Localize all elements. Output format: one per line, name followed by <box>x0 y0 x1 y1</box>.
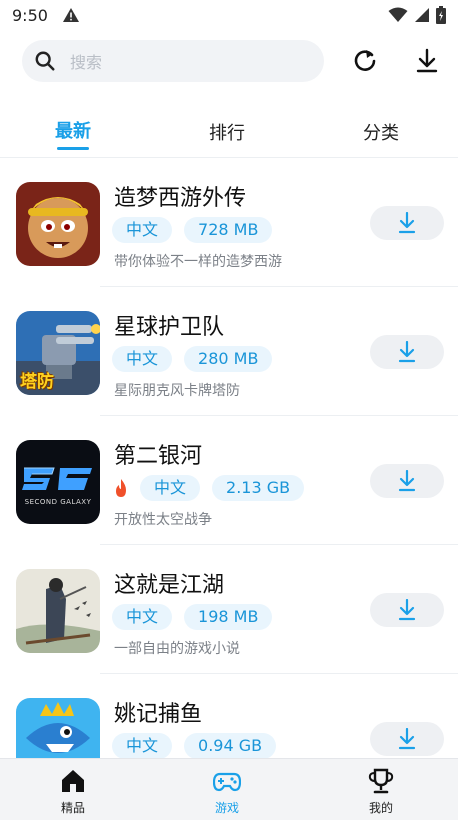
download-button[interactable] <box>370 593 444 627</box>
tab-indicator <box>57 147 89 150</box>
nav-me[interactable]: 我的 <box>341 767 421 816</box>
game-row[interactable]: SECOND GALAXY 第二银河 中文 2.13 GB 开放性太空战争 <box>0 416 458 544</box>
download-manager-button[interactable] <box>414 48 440 74</box>
size-tag: 280 MB <box>184 346 273 372</box>
size-tag: 2.13 GB <box>212 475 305 501</box>
language-tag: 中文 <box>112 733 173 758</box>
fire-icon <box>116 479 126 497</box>
warning-icon <box>62 8 79 22</box>
size-tag: 728 MB <box>184 217 273 243</box>
game-tags: 中文 728 MB <box>112 217 273 243</box>
game-title: 这就是江湖 <box>114 573 225 598</box>
refresh-button[interactable] <box>352 48 378 74</box>
tab-ranking[interactable]: 排行 <box>209 119 245 145</box>
status-bar: 9:50 <box>0 0 458 30</box>
jianghu-game-icon <box>16 569 100 653</box>
game-tags: 中文 198 MB <box>112 604 273 630</box>
game-tags: 中文 2.13 GB <box>112 475 305 501</box>
nav-featured[interactable]: 精品 <box>33 767 113 816</box>
game-row[interactable]: 姚记捕鱼 中文 0.94 GB <box>0 674 458 758</box>
language-tag: 中文 <box>140 475 201 501</box>
game-description: 带你体验不一样的造梦西游 <box>114 254 282 270</box>
game-description: 星际朋克风卡牌塔防 <box>114 383 240 399</box>
second-galaxy-game-icon: SECOND GALAXY <box>16 440 100 524</box>
status-time: 9:50 <box>12 5 48 25</box>
wifi-icon <box>388 7 408 22</box>
game-title: 造梦西游外传 <box>114 186 247 211</box>
download-icon <box>398 599 416 621</box>
game-tags: 中文 280 MB <box>112 346 273 372</box>
download-icon <box>416 48 438 73</box>
search-bar[interactable]: 搜索 <box>22 40 324 82</box>
signal-icon <box>415 8 429 22</box>
icon-caption-text: SECOND GALAXY <box>24 498 92 506</box>
bottom-nav: 精品 游戏 我的 <box>0 758 458 820</box>
download-button[interactable] <box>370 206 444 240</box>
size-tag: 0.94 GB <box>184 733 277 758</box>
nav-label: 我的 <box>368 801 393 815</box>
icon-badge-text: 塔防 <box>20 372 54 392</box>
refresh-icon <box>354 50 376 71</box>
language-tag: 中文 <box>112 217 173 243</box>
battery-icon <box>436 6 446 24</box>
tab-category[interactable]: 分类 <box>363 119 399 145</box>
download-button[interactable] <box>370 722 444 756</box>
language-tag: 中文 <box>112 604 173 630</box>
game-description: 开放性太空战争 <box>114 512 212 528</box>
gamepad-icon <box>213 772 241 792</box>
download-button[interactable] <box>370 464 444 498</box>
game-list: 造梦西游外传 中文 728 MB 带你体验不一样的造梦西游 塔防 星球护卫队 中… <box>0 158 458 758</box>
game-title: 第二银河 <box>114 444 203 469</box>
status-right <box>388 6 446 24</box>
download-button[interactable] <box>370 335 444 369</box>
game-description: 一部自由的游戏小说 <box>114 641 240 657</box>
download-icon <box>398 212 416 234</box>
search-placeholder: 搜索 <box>70 53 103 72</box>
game-row[interactable]: 这就是江湖 中文 198 MB 一部自由的游戏小说 <box>0 545 458 673</box>
search-icon <box>35 51 55 71</box>
nav-label: 游戏 <box>214 801 239 815</box>
home-icon <box>62 770 84 792</box>
monkey-king-game-icon <box>16 182 100 266</box>
game-row[interactable]: 塔防 星球护卫队 中文 280 MB 星际朋克风卡牌塔防 <box>0 287 458 415</box>
fishing-game-icon <box>16 698 100 758</box>
top-bar: 搜索 <box>22 40 438 82</box>
tower-defense-game-icon: 塔防 <box>16 311 100 395</box>
tab-latest[interactable]: 最新 <box>55 117 91 143</box>
game-row[interactable]: 造梦西游外传 中文 728 MB 带你体验不一样的造梦西游 <box>0 158 458 286</box>
nav-label: 精品 <box>60 801 85 815</box>
download-icon <box>398 470 416 492</box>
trophy-icon <box>368 768 394 794</box>
game-title: 星球护卫队 <box>114 315 225 340</box>
download-icon <box>398 341 416 363</box>
tab-bar: 最新 排行 分类 <box>0 112 458 156</box>
size-tag: 198 MB <box>184 604 273 630</box>
language-tag: 中文 <box>112 346 173 372</box>
game-tags: 中文 0.94 GB <box>112 733 277 758</box>
game-title: 姚记捕鱼 <box>114 702 203 727</box>
nav-games[interactable]: 游戏 <box>187 767 267 816</box>
download-icon <box>398 728 416 750</box>
